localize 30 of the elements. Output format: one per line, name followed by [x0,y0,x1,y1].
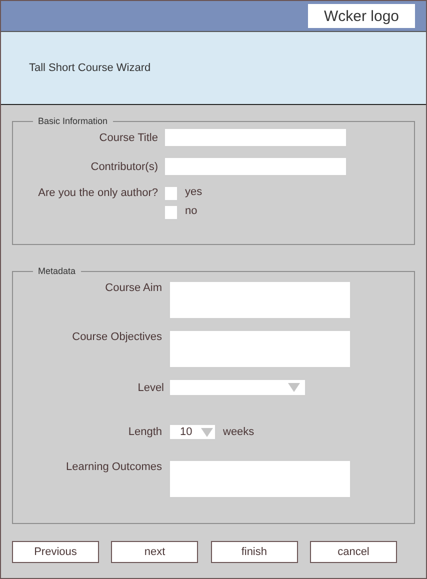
level-dropdown[interactable] [170,380,305,395]
checkbox-label: no [185,204,198,216]
group-legend: Basic Information [33,116,113,126]
field-label: Course Title [98,132,159,144]
dropdown-arrow-icon [201,428,213,436]
field-label: Course Aim [104,282,163,294]
text-field[interactable] [165,129,346,146]
checkbox[interactable] [165,206,177,219]
field-label: Length [127,426,163,438]
text-field[interactable] [165,158,346,175]
text-area[interactable] [170,282,350,318]
field-label: Learning Outcomes [65,461,163,473]
wizard-button[interactable]: finish [210,541,298,563]
checkbox-label: yes [185,186,202,198]
wizard-button[interactable]: next [111,541,198,563]
field-label: Are you the only author? [37,187,159,199]
field-label: Contributor(s) [90,160,159,172]
unit-label: weeks [223,426,254,438]
text-area[interactable] [170,461,350,497]
field-label: Course Objectives [71,331,163,343]
logo: Wcker logo [308,4,415,28]
length-dropdown[interactable]: 10 [170,425,215,439]
text-area[interactable] [170,331,350,367]
field-label: Level [136,382,165,394]
wizard-button[interactable]: Previous [12,541,99,563]
group-legend: Metadata [33,266,81,276]
dropdown-arrow-icon [288,383,300,392]
checkbox[interactable] [165,187,177,200]
wizard-button[interactable]: cancel [310,541,397,563]
wizard-title: Tall Short Course Wizard [29,62,151,74]
